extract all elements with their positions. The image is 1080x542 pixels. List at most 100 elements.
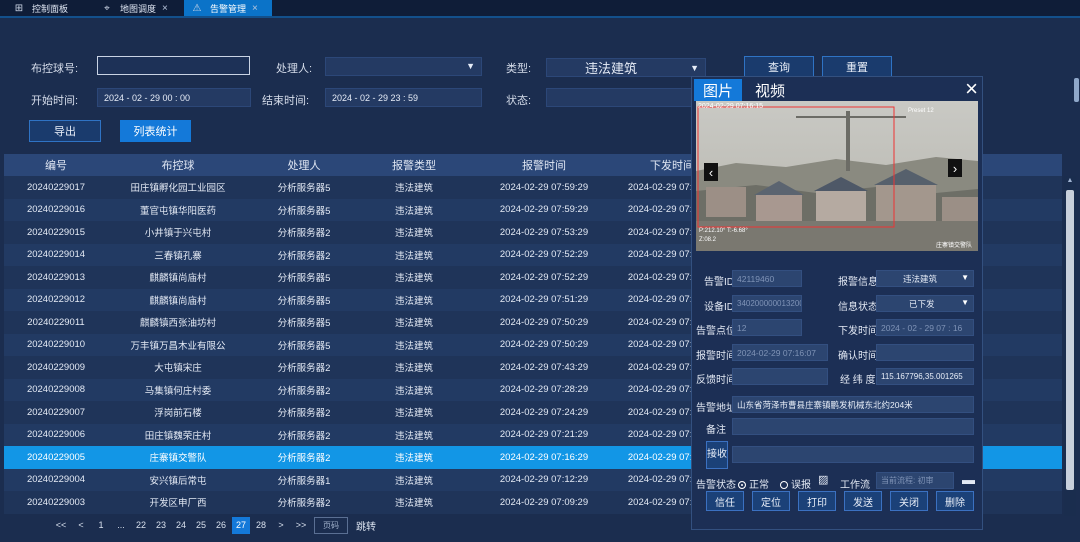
scroll-up-icon[interactable]: ▲ [1066,177,1074,187]
alarm-info-select[interactable]: 违法建筑 ▼ [876,270,974,287]
device-id-field[interactable]: 34020000001320000 [732,295,802,312]
cell-alarm-time: 2024-02-29 07:59:29 [499,181,589,193]
page-number-input[interactable]: 页码 [314,516,348,534]
cell-id: 20240229009 [26,361,86,373]
reset-button[interactable]: 重置 [822,56,892,78]
workflow-field[interactable]: 当前流程: 初审 [876,472,954,489]
query-button[interactable]: 查询 [744,56,814,78]
cell-ball: 麒麟镇西张油坊村 [139,318,216,330]
cell-ball: 董官屯镇华阳医药 [139,205,216,217]
page-item[interactable]: > [272,517,290,534]
cell-id: 20240229014 [26,249,86,261]
page-item[interactable]: << [52,517,70,534]
status-false-radio[interactable]: 误报 [780,476,811,491]
close-button[interactable]: 关闭 [890,491,928,511]
page-scroll-thumb[interactable] [1074,78,1079,102]
workflow-label: 工作流 [840,480,870,491]
cell-id: 20240229010 [26,339,86,351]
cell-alarm-type: 违法建筑 [394,385,433,397]
list-stats-button[interactable]: 列表统计 [120,120,191,142]
cell-alarm-type: 违法建筑 [394,430,433,442]
receive-button[interactable]: 接收 [706,441,728,469]
tab-video[interactable]: 视频 [750,79,790,101]
cell-handler: 分析服务器2 [277,363,331,375]
prev-photo-icon[interactable]: ‹ [704,163,718,181]
jump-button[interactable]: 跳转 [356,517,376,534]
col-alarm-time: 报警时间 [522,160,566,172]
chevron-down-icon: ▼ [961,298,969,307]
next-photo-icon[interactable]: › [948,159,962,177]
alarm-status-label: 告警状态 [696,480,736,491]
tab-alarm-management[interactable]: ⚠ 告警管理 × [184,0,272,16]
handler-label: 处理人: [276,63,313,75]
cell-alarm-type: 违法建筑 [394,318,433,330]
type-select[interactable]: 违法建筑 ▼ [546,58,706,77]
page-item[interactable]: < [72,517,90,534]
cell-handler: 分析服务器5 [277,205,331,217]
alarm-time-field[interactable]: 2024-02-29 07:16:07 [732,344,828,361]
info-status-select[interactable]: 已下发 ▼ [876,295,974,312]
page-item[interactable]: 27 [232,516,250,534]
page-item[interactable]: 26 [212,517,230,534]
page-item[interactable]: 1 [92,517,110,534]
cell-alarm-type: 违法建筑 [394,183,433,195]
cell-id: 20240229008 [26,384,86,396]
alarm-info-value: 违法建筑 [903,273,938,284]
locate-button[interactable]: 定位 [752,491,790,511]
delete-button[interactable]: 删除 [936,491,974,511]
page-item[interactable]: 22 [132,517,150,534]
tab-map-dispatch[interactable]: ⌖ 地图调度 × [100,0,168,16]
image-icon[interactable]: ▨ [818,473,828,486]
cell-handler: 分析服务器2 [277,228,331,240]
type-label: 类型: [506,63,532,75]
cell-id: 20240229006 [26,429,86,441]
page-item[interactable]: 24 [172,517,190,534]
alarm-detail-popup: 图片 视频 × 2024-02-29 07:16:15 Preset 12 P:… [691,76,983,530]
trust-button[interactable]: 信任 [706,491,744,511]
export-button[interactable]: 导出 [29,120,101,142]
cell-alarm-time: 2024-02-29 07:28:29 [499,384,589,396]
page-item[interactable]: 23 [152,517,170,534]
ball-no-input[interactable] [97,56,250,75]
page-item[interactable]: 25 [192,517,210,534]
send-button[interactable]: 发送 [844,491,882,511]
cell-ball: 浮岗前石楼 [154,408,202,420]
cell-handler: 分析服务器5 [277,318,331,330]
cell-handler: 分析服务器2 [277,385,331,397]
close-icon[interactable]: × [965,77,978,101]
remark-field[interactable] [732,418,974,435]
cell-id: 20240229007 [26,406,86,418]
handler-select[interactable]: ▼ [325,57,482,76]
lnglat-field[interactable]: 115.167796,35.001265 [876,368,974,385]
issue-time-field[interactable]: 2024 - 02 - 29 07 : 16 [876,319,974,336]
receive-note-field[interactable] [732,446,974,463]
cell-ball: 安兴镇后常屯 [149,475,207,487]
close-icon[interactable]: × [162,3,168,14]
page-item[interactable]: ... [112,517,130,534]
status-normal-radio[interactable]: 正常 [738,476,769,491]
alarm-id-field[interactable]: 42119460 [732,270,802,287]
end-time-input[interactable]: 2024 - 02 - 29 23 : 59 [325,88,482,107]
address-field[interactable]: 山东省菏泽市曹县庄寨镇鹏发机械东北约204米 [732,396,974,413]
tab-image[interactable]: 图片 [694,79,742,101]
alarm-point-field[interactable]: 12 [732,319,802,336]
status-select[interactable] [546,88,692,107]
confirm-time-field[interactable] [876,344,974,361]
cell-alarm-type: 违法建筑 [394,498,433,510]
tab-control-panel[interactable]: ⊞ 控制面板 [12,0,68,16]
remark-label: 备注 [706,425,726,436]
cell-handler: 分析服务器5 [277,273,331,285]
start-time-label: 开始时间: [31,95,79,107]
page-item[interactable]: >> [292,517,310,534]
feedback-time-field[interactable] [732,368,828,385]
close-icon[interactable]: × [252,3,258,14]
status-label: 状态: [506,95,532,107]
cell-ball: 麒麟镇尚庙村 [149,295,207,307]
cell-id: 20240229017 [26,181,86,193]
start-time-input[interactable]: 2024 - 02 - 29 00 : 00 [97,88,251,107]
chevron-down-icon: ▼ [961,273,969,282]
folder-icon[interactable]: ▬ [962,472,975,487]
print-button[interactable]: 打印 [798,491,836,511]
scroll-thumb[interactable] [1066,190,1074,490]
page-item[interactable]: 28 [252,517,270,534]
